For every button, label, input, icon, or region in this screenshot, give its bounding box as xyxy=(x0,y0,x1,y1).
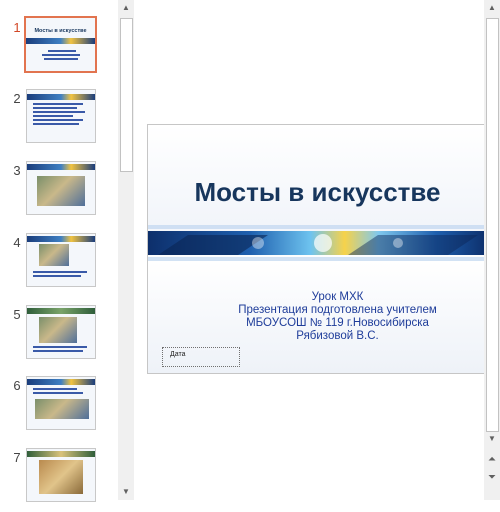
thumbnail-line xyxy=(33,115,73,117)
thumbnail-line xyxy=(33,103,83,105)
thumbnail-line xyxy=(33,346,87,348)
thumbnail-band xyxy=(27,164,95,170)
thumbnail-image xyxy=(26,233,96,287)
thumbnail-number: 7 xyxy=(13,450,21,465)
slide-editor: Мосты в искусстве Урок МХК Презентация п… xyxy=(134,0,488,500)
thumbnail-line xyxy=(33,350,83,352)
subtitle-line: Урок МХК xyxy=(311,291,364,303)
thumbnail-line xyxy=(33,275,81,277)
thumbnail-image: Мосты в искусстве xyxy=(24,16,97,73)
thumbnail-slide-6[interactable]: 6 xyxy=(0,376,118,440)
thumbnail-number: 5 xyxy=(13,307,21,322)
thumbnail-band xyxy=(26,38,95,44)
thumbnail-picture xyxy=(37,176,85,206)
thumbnail-slide-2[interactable]: 2 xyxy=(0,89,118,153)
slide-title[interactable]: Мосты в искусстве xyxy=(148,177,487,208)
thumbnail-number: 2 xyxy=(13,91,21,106)
thumbnail-slide-7[interactable]: 7 xyxy=(0,448,118,512)
thumbnail-scrollbar[interactable]: ▲ ▼ xyxy=(118,0,134,500)
date-placeholder[interactable]: Дата xyxy=(162,347,240,367)
slide-subtitle[interactable]: Урок МХК Презентация подготовлена учител… xyxy=(188,291,487,343)
thumbnail-slide-5[interactable]: 5 xyxy=(0,305,118,369)
thumbnail-image xyxy=(26,448,96,502)
thumbnail-line xyxy=(33,388,77,390)
thumbnail-picture xyxy=(35,399,89,419)
up-arrow-icon[interactable]: ▲ xyxy=(484,0,500,16)
thumbnail-number: 6 xyxy=(13,378,21,393)
thumbnail-line xyxy=(48,50,76,52)
thumbnail-slide-1[interactable]: 1 Мосты в искусстве xyxy=(0,16,118,82)
subtitle-line: МБОУСОШ № 119 г.Новосибирска xyxy=(246,317,429,329)
thumbnail-number: 3 xyxy=(13,163,21,178)
scrollbar-thumb[interactable] xyxy=(486,18,499,432)
thumbnail-line xyxy=(33,271,87,273)
thumbnail-image xyxy=(26,161,96,215)
slide-thumbnail-pane: 1 Мосты в искусстве 2 3 4 5 6 7 xyxy=(0,0,118,502)
thumbnail-band xyxy=(27,308,95,314)
editor-scrollbar[interactable]: ▲ ▼ ⏶ ⏷ xyxy=(484,0,500,500)
thumbnail-slide-4[interactable]: 4 xyxy=(0,233,118,297)
thumbnail-slide-3[interactable]: 3 xyxy=(0,161,118,225)
thumbnail-line xyxy=(33,119,83,121)
thumbnail-line xyxy=(44,58,78,60)
thumbnail-band xyxy=(27,451,95,457)
thumbnail-title: Мосты в искусстве xyxy=(34,28,87,34)
thumbnail-number: 1 xyxy=(13,20,21,35)
down-arrow-icon[interactable]: ▼ xyxy=(484,431,500,447)
thumbnail-picture xyxy=(39,460,83,494)
thumbnail-line xyxy=(33,392,83,394)
thumbnail-number: 4 xyxy=(13,235,21,250)
thumbnail-image xyxy=(26,376,96,430)
up-arrow-icon[interactable]: ▲ xyxy=(118,0,134,16)
thumbnail-band xyxy=(27,379,95,385)
scrollbar-thumb[interactable] xyxy=(120,18,133,172)
double-up-arrow-icon[interactable]: ⏶ xyxy=(484,452,500,468)
slide-canvas[interactable]: Мосты в искусстве Урок МХК Презентация п… xyxy=(147,124,488,374)
down-arrow-icon[interactable]: ▼ xyxy=(118,484,134,500)
thumbnail-band xyxy=(27,94,95,100)
thumbnail-line xyxy=(33,107,77,109)
subtitle-line: Рябизовой В.С. xyxy=(296,330,379,342)
thumbnail-line xyxy=(33,111,85,113)
thumbnail-image xyxy=(26,89,96,143)
decorative-band xyxy=(148,225,487,261)
thumbnail-line xyxy=(42,54,80,56)
thumbnail-picture xyxy=(39,317,77,343)
subtitle-line: Презентация подготовлена учителем xyxy=(238,304,437,316)
thumbnail-picture xyxy=(39,244,69,266)
thumbnail-line xyxy=(33,123,79,125)
thumbnail-image xyxy=(26,305,96,359)
double-down-arrow-icon[interactable]: ⏷ xyxy=(484,470,500,486)
thumbnail-band xyxy=(27,236,95,242)
